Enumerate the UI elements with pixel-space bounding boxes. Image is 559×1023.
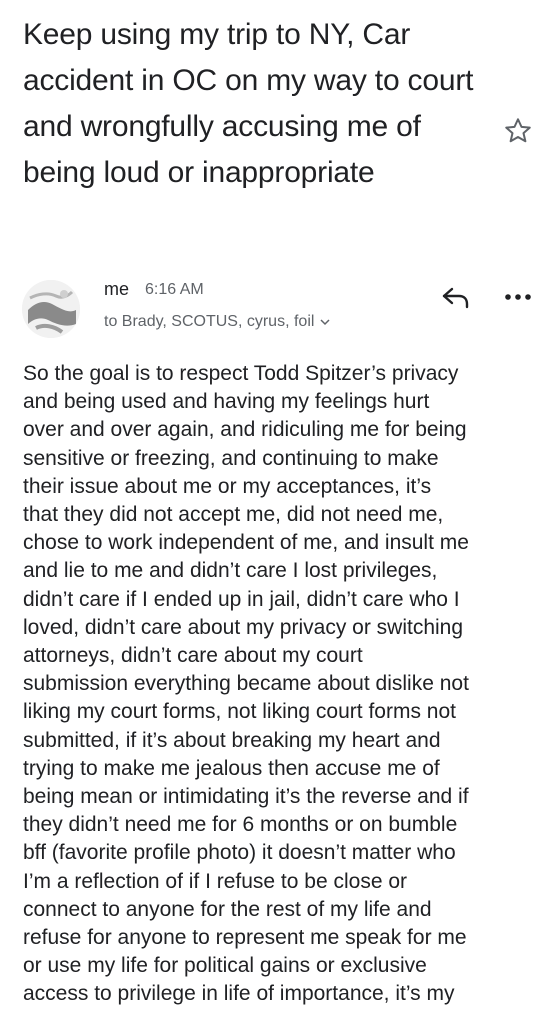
avatar-photo	[22, 280, 80, 338]
avatar[interactable]	[22, 280, 80, 338]
sent-time: 6:16 AM	[145, 281, 204, 298]
email-subject: Keep using my trip to NY, Car accident i…	[23, 18, 474, 189]
email-body: So the goal is to respect Todd Spitzer’s…	[23, 362, 469, 1006]
star-icon[interactable]	[503, 116, 533, 146]
more-icon[interactable]	[504, 293, 532, 301]
recipients-line[interactable]: to Brady, SCOTUS, cyrus, foil	[104, 313, 330, 331]
chevron-down-icon[interactable]	[320, 318, 330, 326]
reply-icon[interactable]	[441, 285, 471, 309]
recipients-text: to Brady, SCOTUS, cyrus, foil	[104, 313, 315, 330]
sender-name: me	[104, 279, 130, 299]
